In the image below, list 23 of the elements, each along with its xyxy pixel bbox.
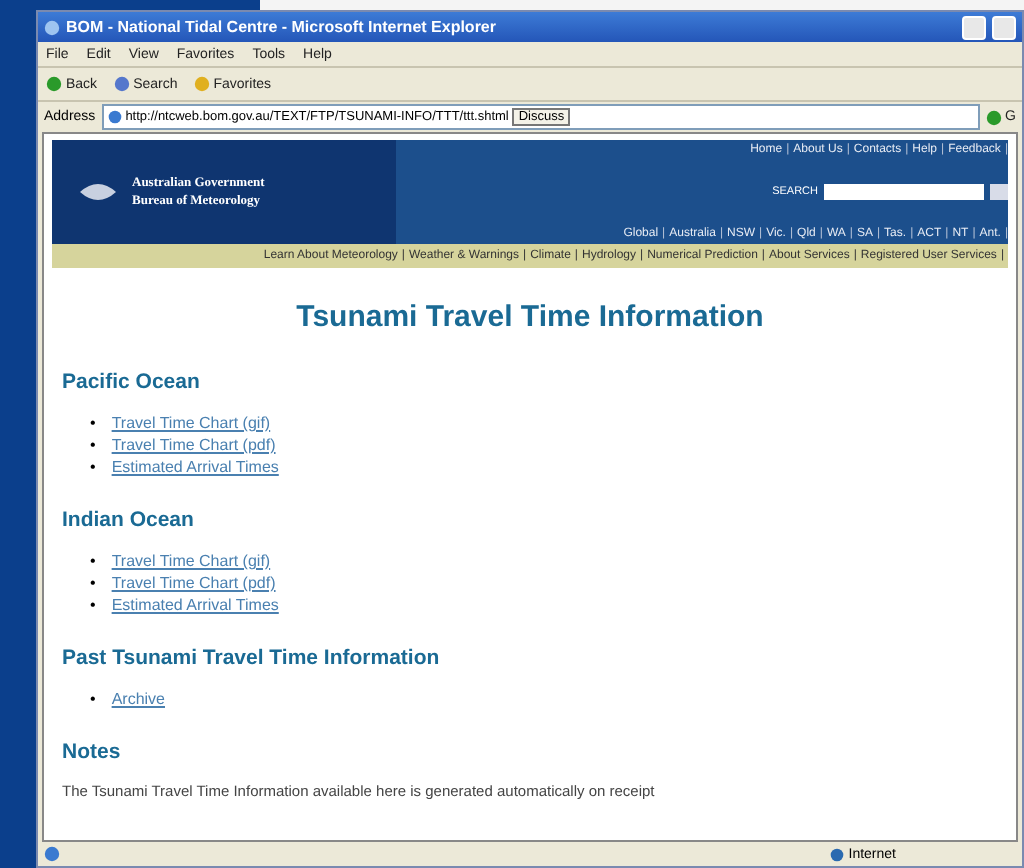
bullet: • <box>90 688 96 710</box>
link[interactable]: Estimated Arrival Times <box>111 594 279 616</box>
bullet: • <box>90 594 96 616</box>
section-heading: Indian Ocean <box>62 508 196 532</box>
link[interactable]: Archive <box>111 688 165 710</box>
link[interactable]: Travel Time Chart (pdf) <box>111 572 276 594</box>
section-heading: Notes <box>62 740 123 764</box>
window-title: BOM - National Tidal Centre - Microsoft Internet Explorer <box>66 18 498 36</box>
bullet: • <box>90 434 96 456</box>
section-heading: Pacific Ocean <box>62 370 202 394</box>
search-field[interactable] <box>824 184 984 200</box>
bullet: • <box>90 572 96 594</box>
maximize-button[interactable] <box>992 15 1016 39</box>
link[interactable]: Travel Time Chart (pdf) <box>111 434 276 456</box>
bullet: • <box>90 550 96 572</box>
section-heading: Past Tsunami Travel Time Information <box>62 646 442 670</box>
bullet: • <box>90 412 96 434</box>
link[interactable]: Estimated Arrival Times <box>111 456 279 478</box>
minimize-button[interactable] <box>962 15 986 39</box>
link[interactable]: Travel Time Chart (gif) <box>111 550 271 572</box>
bullet: • <box>90 456 96 478</box>
link[interactable]: Travel Time Chart (gif) <box>111 412 271 434</box>
page-title: Tsunami Travel Time Information <box>294 300 766 334</box>
